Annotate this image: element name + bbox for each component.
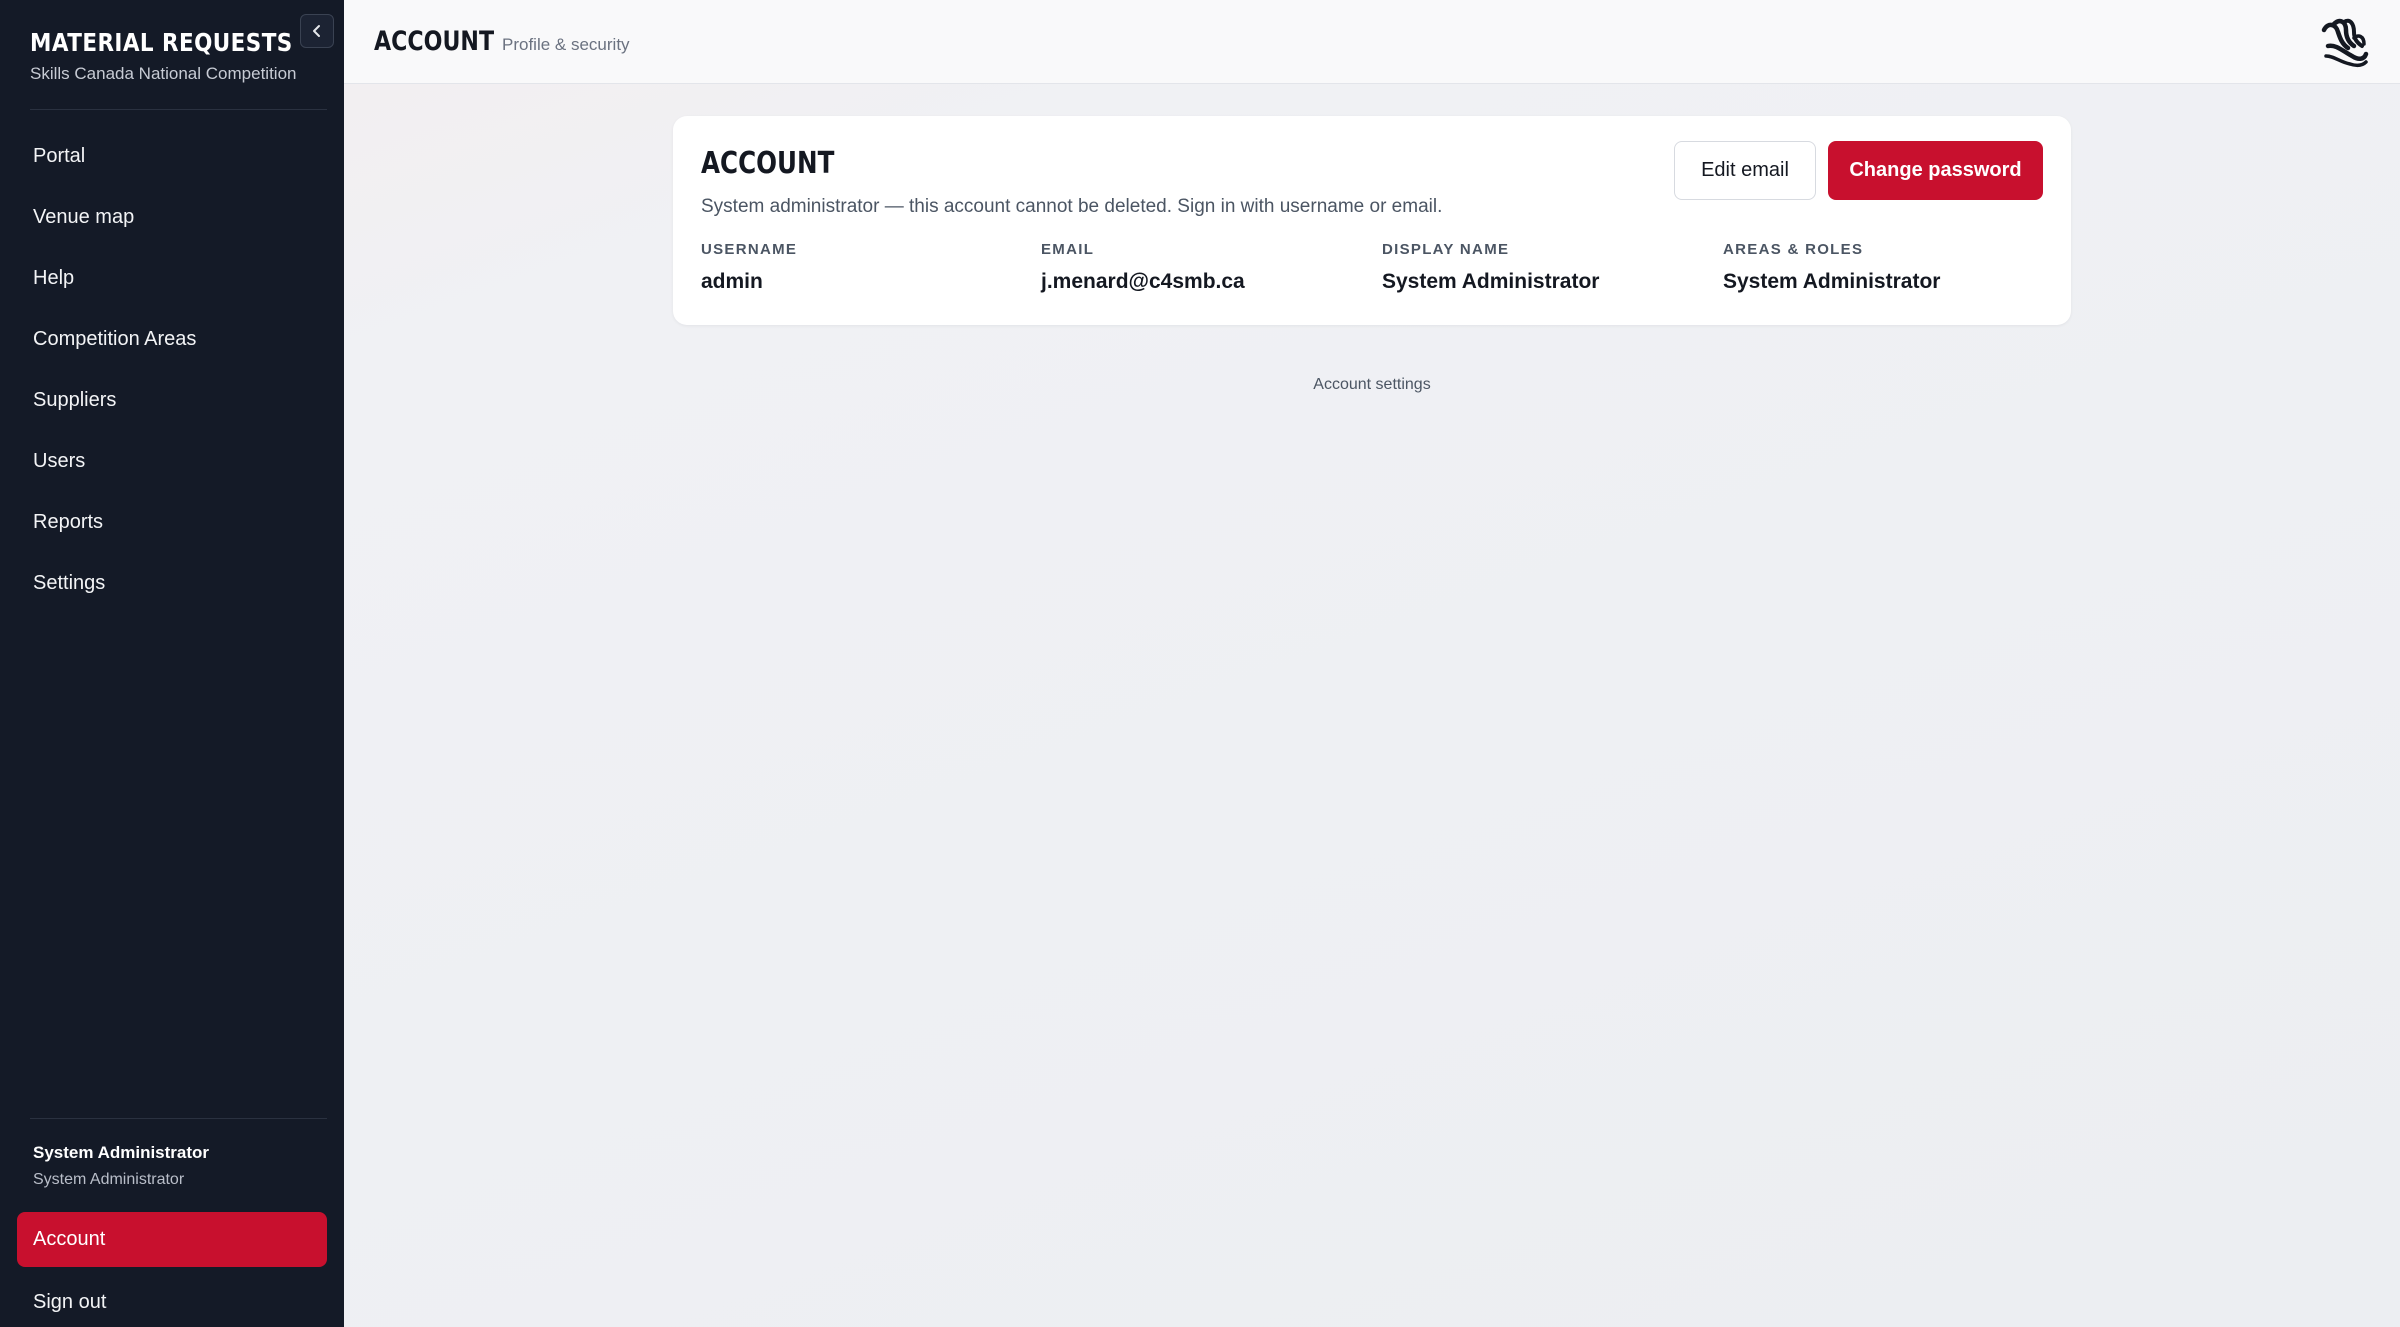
sidebar-item-help[interactable]: Help xyxy=(17,248,327,309)
email-field: EMAIL j.menard@c4smb.ca xyxy=(1041,241,1245,294)
sidebar-item-account[interactable]: Account xyxy=(17,1212,327,1267)
field-label: AREAS & ROLES xyxy=(1723,241,1864,258)
sidebar: MATERIAL REQUESTS Skills Canada National… xyxy=(0,0,344,1327)
sidebar-item-portal[interactable]: Portal xyxy=(17,126,327,187)
field-label: USERNAME xyxy=(701,241,798,258)
account-card-description: System administrator — this account cann… xyxy=(701,196,1443,217)
hand-logo-icon xyxy=(2321,18,2369,68)
brand-subtitle: Skills Canada National Competition xyxy=(30,64,297,83)
sidebar-divider xyxy=(30,1118,327,1119)
chevron-left-icon xyxy=(313,25,320,37)
sign-out-link[interactable]: Sign out xyxy=(17,1284,327,1320)
account-card: ACCOUNT System administrator — this acco… xyxy=(673,116,2071,325)
page-title: ACCOUNT xyxy=(374,26,495,57)
account-settings-note: Account settings xyxy=(1313,376,1431,393)
app-root: MATERIAL REQUESTS Skills Canada National… xyxy=(0,0,2400,1327)
current-user-role: System Administrator xyxy=(33,1171,185,1188)
account-card-title: ACCOUNT xyxy=(701,146,835,181)
sidebar-nav: Portal Venue map Help Competition Areas … xyxy=(17,126,327,614)
sidebar-item-settings[interactable]: Settings xyxy=(17,553,327,614)
field-value: System Administrator xyxy=(1723,270,1941,293)
field-value: j.menard@c4smb.ca xyxy=(1041,270,1245,293)
page-subtitle: Profile & security xyxy=(502,34,630,54)
sidebar-item-users[interactable]: Users xyxy=(17,431,327,492)
edit-email-button[interactable]: Edit email xyxy=(1674,141,1816,200)
areas-roles-field: AREAS & ROLES System Administrator xyxy=(1723,241,1940,294)
field-label: EMAIL xyxy=(1041,241,1095,258)
main-content: ACCOUNT Profile & security ACCOUNT Syste… xyxy=(344,0,2400,1327)
sidebar-item-venue-map[interactable]: Venue map xyxy=(17,187,327,248)
sidebar-item-reports[interactable]: Reports xyxy=(17,492,327,553)
current-user: System Administrator System Administrato… xyxy=(33,1143,209,1189)
display-name-field: DISPLAY NAME System Administrator xyxy=(1382,241,1599,294)
brand-title: MATERIAL REQUESTS xyxy=(30,28,293,57)
field-value: System Administrator xyxy=(1382,270,1600,293)
top-bar: ACCOUNT Profile & security xyxy=(344,0,2400,84)
sidebar-collapse-button[interactable] xyxy=(300,14,334,48)
change-password-button[interactable]: Change password xyxy=(1828,141,2043,200)
sidebar-item-suppliers[interactable]: Suppliers xyxy=(17,370,327,431)
sidebar-item-competition-areas[interactable]: Competition Areas xyxy=(17,309,327,370)
username-field: USERNAME admin xyxy=(701,241,797,294)
current-user-name: System Administrator xyxy=(33,1143,210,1162)
sidebar-divider xyxy=(30,109,327,110)
field-label: DISPLAY NAME xyxy=(1382,241,1510,258)
field-value: admin xyxy=(701,270,763,293)
brand: MATERIAL REQUESTS Skills Canada National… xyxy=(30,28,335,84)
